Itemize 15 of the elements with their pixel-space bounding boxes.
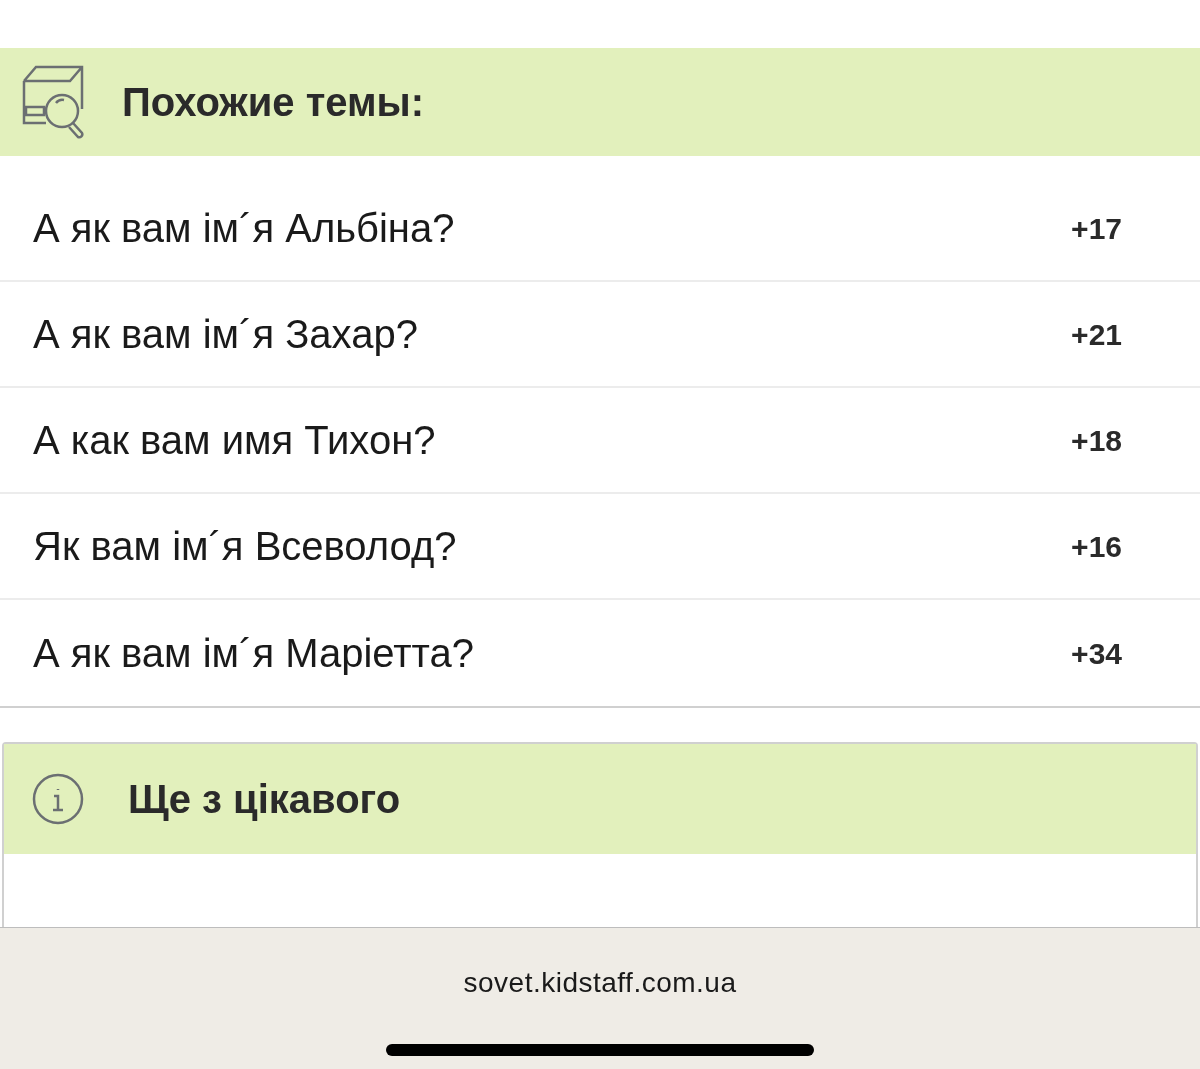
topic-link[interactable]: А як вам ім´я Захар? [33,304,418,364]
topic-link[interactable]: А как вам имя Тихон? [33,410,436,470]
section-title: Похожие темы: [122,79,425,126]
topic-link[interactable]: Як вам ім´я Всеволод? [33,516,457,576]
topic-link[interactable]: А як вам ім´я Маріетта? [33,623,474,683]
topic-link[interactable]: А як вам ім´я Альбіна? [33,198,455,258]
info-icon [32,773,84,825]
url-text[interactable]: sovet.kidstaff.com.ua [463,962,737,1004]
reply-count: +34 [1071,635,1122,672]
card-title: Ще з цікавого [128,776,401,823]
home-indicator[interactable] [386,1044,814,1056]
reply-count: +21 [1071,316,1122,353]
reply-count: +16 [1071,528,1122,565]
reply-count: +18 [1071,422,1122,459]
reply-count: +17 [1071,210,1122,247]
